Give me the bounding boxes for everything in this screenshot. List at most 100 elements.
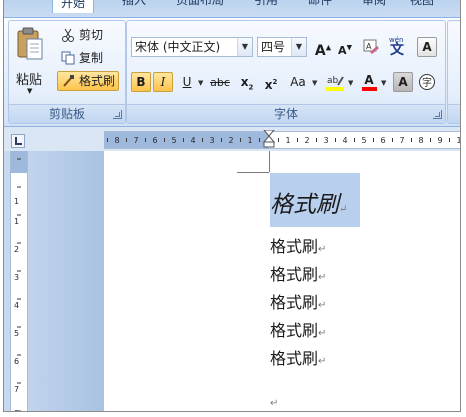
horizontal-ruler-scale: 8 7 6 5 4 3 2 1 1 2 3 4 5 6 7 8 9 10 bbox=[104, 130, 460, 149]
ruler-number: 4 bbox=[343, 136, 348, 145]
body-line-text: 格式刷 bbox=[270, 349, 319, 368]
ruler-number: 7 bbox=[134, 136, 139, 145]
body-line-text: 格式刷 bbox=[270, 265, 319, 284]
font-group-label: 字体 bbox=[127, 104, 445, 123]
scissors-icon bbox=[62, 28, 74, 42]
body-line[interactable]: 格式刷↵ bbox=[270, 233, 326, 257]
paragraph-mark: ↵ bbox=[318, 328, 327, 339]
font-dialog-launcher-icon[interactable] bbox=[433, 110, 442, 119]
indent-marker-icon[interactable] bbox=[263, 130, 275, 148]
body-line[interactable]: 格式刷↵ bbox=[270, 345, 326, 369]
phonetic-guide-button[interactable]: wén 文 bbox=[385, 35, 409, 59]
enclose-characters-button[interactable]: 字 bbox=[417, 72, 437, 92]
paste-label: 粘贴 bbox=[16, 73, 43, 88]
tab-references[interactable]: 引用 bbox=[254, 0, 278, 8]
chevron-down-icon[interactable]: ▼ bbox=[291, 38, 306, 56]
ribbon-tab-strip: 开始 插入 页面布局 引用 邮件 审阅 视图 bbox=[4, 0, 460, 17]
body-line[interactable]: 格式刷↵ bbox=[270, 289, 326, 313]
enclose-characters-icon: 字 bbox=[419, 74, 435, 90]
tab-review[interactable]: 审阅 bbox=[362, 0, 386, 8]
document-page[interactable]: 格式刷↵ 格式刷↵ 格式刷↵ 格式刷↵ 格式刷↵ 格式刷↵ ↵ bbox=[104, 151, 460, 411]
heading-text[interactable]: 格式刷↵ bbox=[270, 185, 347, 219]
left-margin-area: 1 1 2 3 4 5 6 7 8 bbox=[4, 151, 104, 411]
body-line[interactable]: 格式刷↵ bbox=[270, 317, 326, 341]
font-name-combobox[interactable]: 宋体 (中文正文) ▼ bbox=[131, 37, 253, 57]
tab-selector-icon[interactable] bbox=[11, 134, 25, 148]
text-highlight-button[interactable]: ab bbox=[323, 72, 347, 92]
clear-formatting-button[interactable]: A bbox=[361, 37, 381, 57]
grow-font-icon: A▲ bbox=[314, 42, 332, 59]
ruler-number: 1 bbox=[248, 136, 253, 145]
ruler-number: 5 bbox=[172, 136, 177, 145]
phonetic-guide-icon: 文 bbox=[390, 42, 404, 58]
ruler-number: 6 bbox=[381, 136, 386, 145]
bold-icon: B bbox=[136, 75, 146, 89]
change-case-icon: Aa bbox=[290, 75, 306, 89]
tab-insert[interactable]: 插入 bbox=[122, 0, 146, 8]
paragraph-mark: ↵ bbox=[318, 272, 327, 283]
underline-icon: U bbox=[182, 75, 192, 89]
ruler-number: 3 bbox=[210, 136, 215, 145]
subscript-button[interactable]: x2 bbox=[237, 72, 257, 92]
bold-button[interactable]: B bbox=[131, 72, 151, 92]
font-name-value: 宋体 (中文正文) bbox=[135, 40, 221, 54]
empty-paragraph[interactable]: ↵ bbox=[270, 395, 278, 409]
character-shading-button[interactable]: A bbox=[393, 72, 413, 92]
paragraph-mark: ↵ bbox=[318, 356, 327, 367]
word-window: 开始 插入 页面布局 引用 邮件 审阅 视图 粘贴 ▼ 剪切 复制 格式刷 剪贴… bbox=[3, 0, 461, 412]
copy-icon bbox=[61, 51, 75, 65]
body-line-text: 格式刷 bbox=[270, 293, 319, 312]
svg-text:字: 字 bbox=[422, 76, 432, 89]
grow-font-button[interactable]: A▲ bbox=[313, 37, 333, 59]
paintbrush-icon bbox=[63, 75, 74, 87]
tab-home[interactable]: 开始 bbox=[52, 0, 95, 13]
clear-formatting-icon: A bbox=[363, 39, 379, 55]
format-painter-label: 格式刷 bbox=[79, 74, 116, 88]
chevron-down-icon[interactable]: ▼ bbox=[381, 79, 386, 87]
strikethrough-button[interactable]: abc bbox=[207, 72, 233, 92]
paragraph-group-label bbox=[448, 104, 460, 123]
format-painter-button[interactable]: 格式刷 bbox=[57, 71, 119, 91]
copy-button[interactable]: 复制 bbox=[59, 48, 117, 68]
font-size-combobox[interactable]: 四号 ▼ bbox=[257, 37, 307, 57]
character-border-button[interactable]: A bbox=[417, 37, 437, 57]
paste-button[interactable]: 粘贴 ▼ bbox=[13, 25, 47, 95]
font-color-button[interactable]: A bbox=[359, 72, 379, 92]
chevron-down-icon[interactable]: ▼ bbox=[27, 87, 32, 95]
clipboard-dialog-launcher-icon[interactable] bbox=[113, 110, 122, 119]
clipboard-group: 粘贴 ▼ 剪切 复制 格式刷 剪贴板 bbox=[8, 20, 126, 124]
body-line[interactable]: 格式刷↵ bbox=[270, 261, 326, 285]
paragraph-mark: ↵ bbox=[318, 244, 327, 255]
body-line-text: 格式刷 bbox=[270, 237, 319, 256]
ruler-number: 1 bbox=[286, 136, 291, 145]
ruler-number: 7 bbox=[400, 136, 405, 145]
ribbon: 粘贴 ▼ 剪切 复制 格式刷 剪贴板 宋体 (中文正文) ▼ 四号 ▼ A▲ A… bbox=[4, 17, 460, 127]
shrink-font-button[interactable]: A▼ bbox=[335, 37, 355, 57]
italic-button[interactable]: I bbox=[153, 72, 173, 92]
change-case-button[interactable]: Aa bbox=[285, 72, 311, 92]
tab-view[interactable]: 视图 bbox=[410, 0, 434, 8]
svg-text:ab: ab bbox=[327, 76, 339, 86]
chevron-down-icon[interactable]: ▼ bbox=[348, 79, 353, 87]
chevron-down-icon[interactable]: ▼ bbox=[237, 38, 252, 56]
shrink-font-icon: A▼ bbox=[338, 43, 352, 57]
superscript-button[interactable]: x2 bbox=[261, 72, 281, 92]
font-color-icon: A bbox=[364, 73, 374, 87]
paragraph-mark: ↵ bbox=[339, 204, 348, 215]
paragraph-mark: ↵ bbox=[318, 300, 327, 311]
chevron-down-icon[interactable]: ▼ bbox=[312, 79, 317, 87]
tab-page-layout[interactable]: 页面布局 bbox=[176, 0, 224, 8]
svg-text:A: A bbox=[366, 42, 372, 51]
character-shading-icon: A bbox=[398, 75, 408, 89]
tab-mailings[interactable]: 邮件 bbox=[308, 0, 332, 8]
crop-mark bbox=[237, 172, 269, 173]
horizontal-ruler[interactable]: 8 7 6 5 4 3 2 1 1 2 3 4 5 6 7 8 9 10 bbox=[4, 127, 460, 151]
body-line-text: 格式刷 bbox=[270, 321, 319, 340]
font-group: 宋体 (中文正文) ▼ 四号 ▼ A▲ A▼ A wén 文 A B I U ▼… bbox=[126, 20, 446, 124]
cut-button[interactable]: 剪切 bbox=[59, 25, 117, 45]
chevron-down-icon[interactable]: ▼ bbox=[198, 79, 203, 87]
ruler-number: 6 bbox=[153, 136, 158, 145]
ruler-number: 8 bbox=[115, 136, 120, 145]
underline-button[interactable]: U bbox=[177, 72, 197, 92]
vertical-ruler[interactable]: 1 1 2 3 4 5 6 7 8 bbox=[10, 151, 28, 411]
